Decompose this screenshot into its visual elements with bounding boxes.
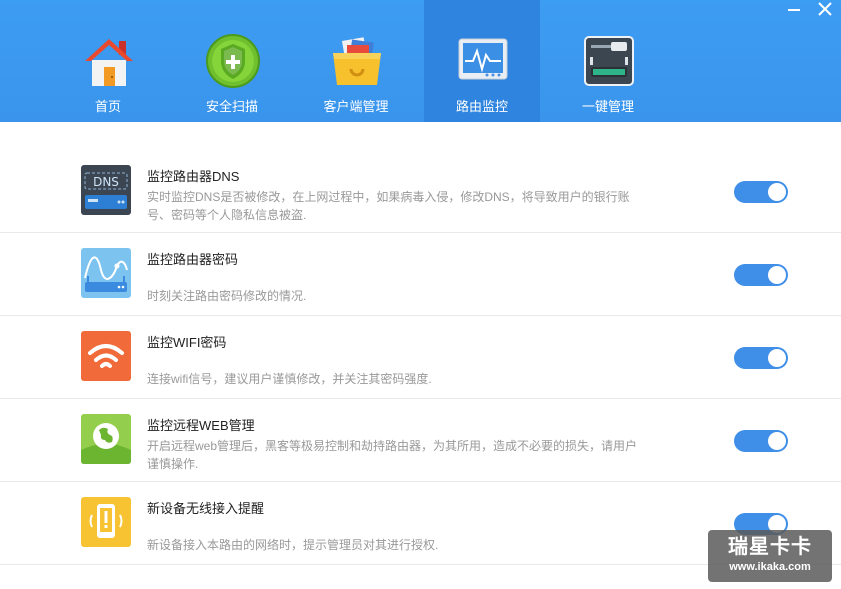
home-icon	[81, 33, 137, 89]
router-password-icon	[81, 248, 131, 298]
item-description: 实时监控DNS是否被修改，在上网过程中，如果病毒入侵，修改DNS，将导致用户的银…	[147, 190, 630, 222]
watermark-url: www.ikaka.com	[729, 561, 811, 573]
toggle-knob	[768, 183, 786, 201]
toggle-knob	[768, 432, 786, 450]
list-item-remote-web: 监控远程WEB管理 开启远程web管理后，黑客等极易控制和劫持路由器，为其所用，…	[0, 399, 841, 482]
tab-one-click-management-label: 一键管理	[581, 99, 634, 114]
tab-router-monitor[interactable]: 路由监控	[424, 0, 540, 122]
wifi-icon	[81, 331, 131, 381]
item-title: 监控WIFI密码	[147, 335, 227, 350]
watermark: 瑞星卡卡 www.ikaka.com	[708, 530, 832, 582]
minimize-icon[interactable]	[780, 0, 808, 20]
item-title: 监控远程WEB管理	[147, 418, 255, 433]
header-bar: 首页 安全扫描 客户端管理 路由监控 一键管理	[0, 0, 841, 122]
list-item-dns: DNS 监控路由器DNS 实时监控DNS是否被修改，在上网过程中，如果病毒入侵，…	[0, 150, 841, 233]
dns-icon-text: DNS	[93, 175, 119, 189]
toggle-wifi-password-monitor[interactable]	[734, 347, 788, 369]
globe-icon	[81, 414, 131, 464]
tab-security-scan[interactable]: 安全扫描	[174, 0, 290, 122]
list-item-router-password: 监控路由器密码 时刻关注路由密码修改的情况.	[0, 233, 841, 316]
box-icon	[329, 33, 385, 89]
toggle-knob	[768, 266, 786, 284]
item-description: 开启远程web管理后，黑客等极易控制和劫持路由器，为其所用，造成不必要的损失，请…	[147, 439, 638, 471]
toggle-dns-monitor[interactable]	[734, 181, 788, 203]
tab-router-monitor-label: 路由监控	[455, 99, 508, 114]
shield-plus-icon	[205, 33, 261, 89]
item-description: 新设备接入本路由的网络时，提示管理员对其进行授权.	[147, 538, 439, 552]
monitor-chart-icon	[455, 33, 511, 89]
tab-home[interactable]: 首页	[50, 0, 166, 122]
tab-home-label: 首页	[94, 99, 121, 114]
toggle-remote-web-monitor[interactable]	[734, 430, 788, 452]
phone-alert-icon	[81, 497, 131, 547]
tab-client-management[interactable]: 客户端管理	[298, 0, 414, 122]
item-title: 监控路由器密码	[147, 252, 239, 267]
toggle-router-password-monitor[interactable]	[734, 264, 788, 286]
item-description: 连接wifi信号，建议用户谨慎修改，并关注其密码强度.	[147, 372, 432, 386]
tab-security-scan-label: 安全扫描	[205, 99, 258, 114]
control-panel-icon	[581, 33, 637, 89]
watermark-brand: 瑞星卡卡	[728, 536, 812, 558]
list-item-wifi-password: 监控WIFI密码 连接wifi信号，建议用户谨慎修改，并关注其密码强度.	[0, 316, 841, 399]
item-title: 新设备无线接入提醒	[147, 501, 265, 516]
dns-router-icon: DNS	[81, 165, 131, 215]
tab-client-management-label: 客户端管理	[323, 99, 389, 114]
item-description: 时刻关注路由密码修改的情况.	[147, 289, 307, 303]
toggle-knob	[768, 349, 786, 367]
tab-one-click-management[interactable]: 一键管理	[550, 0, 666, 122]
item-title: 监控路由器DNS	[147, 169, 240, 184]
close-icon[interactable]	[811, 0, 839, 20]
